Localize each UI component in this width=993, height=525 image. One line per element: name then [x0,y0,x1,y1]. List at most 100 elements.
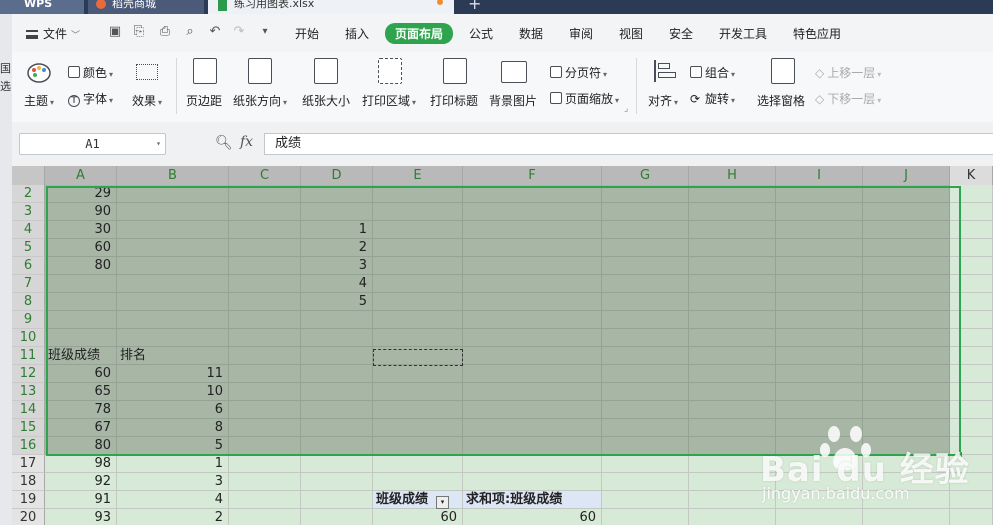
cell-j2[interactable] [863,185,950,203]
cell-b9[interactable] [117,311,229,329]
cell-i15[interactable] [776,419,863,437]
cell-f3[interactable] [463,203,602,221]
column-header-a[interactable]: A [45,166,117,185]
cell-g11[interactable] [602,347,689,365]
cell-a10[interactable] [45,329,117,347]
tab-data[interactable]: 数据 [519,25,543,42]
cell-e9[interactable] [373,311,463,329]
cell-g19[interactable] [602,491,689,509]
row-header[interactable]: 17 [12,455,45,473]
column-header-b[interactable]: B [117,166,229,185]
cell-c11[interactable] [229,347,301,365]
fill-handle[interactable] [957,452,962,457]
cell-g3[interactable] [602,203,689,221]
cell-b2[interactable] [117,185,229,203]
cell-f17[interactable] [463,455,602,473]
cell-d5[interactable]: 2 [301,239,373,257]
cell-h8[interactable] [689,293,776,311]
cell-d16[interactable] [301,437,373,455]
cell-c15[interactable] [229,419,301,437]
bring-forward-button[interactable]: ◇ 上移一层 ▾ [815,64,881,81]
cell-a5[interactable]: 60 [45,239,117,257]
cell-b10[interactable] [117,329,229,347]
cell-i18[interactable] [776,473,863,491]
cell-h2[interactable] [689,185,776,203]
cell-d13[interactable] [301,383,373,401]
cell-c8[interactable] [229,293,301,311]
orientation-icon[interactable] [248,58,272,84]
cell-k13[interactable] [950,383,993,401]
cell-b8[interactable] [117,293,229,311]
cell-b19[interactable]: 4 [117,491,229,509]
cell-f5[interactable] [463,239,602,257]
cell-j5[interactable] [863,239,950,257]
cell-b17[interactable]: 1 [117,455,229,473]
orientation-button[interactable]: 纸张方向 ▾ [233,92,287,109]
cell-e13[interactable] [373,383,463,401]
cell-i16[interactable] [776,437,863,455]
cell-k19[interactable] [950,491,993,509]
cell-g6[interactable] [602,257,689,275]
cell-i3[interactable] [776,203,863,221]
formula-input[interactable]: 成绩 [264,133,993,155]
page-zoom-button[interactable]: 页面缩放 ▾ [550,90,619,107]
cell-k12[interactable] [950,365,993,383]
cell-g9[interactable] [602,311,689,329]
cell-e3[interactable] [373,203,463,221]
cell-g12[interactable] [602,365,689,383]
cell-k5[interactable] [950,239,993,257]
cell-c7[interactable] [229,275,301,293]
cell-d17[interactable] [301,455,373,473]
cell-c12[interactable] [229,365,301,383]
cell-j3[interactable] [863,203,950,221]
cell-f4[interactable] [463,221,602,239]
cell-c3[interactable] [229,203,301,221]
cell-k6[interactable] [950,257,993,275]
cell-f12[interactable] [463,365,602,383]
cell-a4[interactable]: 30 [45,221,117,239]
cell-k14[interactable] [950,401,993,419]
cell-d2[interactable] [301,185,373,203]
column-header-e[interactable]: E [373,166,463,185]
cell-d10[interactable] [301,329,373,347]
cell-j18[interactable] [863,473,950,491]
cell-g17[interactable] [602,455,689,473]
cell-f16[interactable] [463,437,602,455]
cell-j15[interactable] [863,419,950,437]
cell-h11[interactable] [689,347,776,365]
tab-formulas[interactable]: 公式 [469,25,493,42]
cell-d18[interactable] [301,473,373,491]
cell-f13[interactable] [463,383,602,401]
cell-h19[interactable] [689,491,776,509]
cell-i2[interactable] [776,185,863,203]
cell-h10[interactable] [689,329,776,347]
cell-k7[interactable] [950,275,993,293]
cell-k3[interactable] [950,203,993,221]
rotate-button[interactable]: ⟳ 旋转 ▾ [690,90,735,107]
cell-c17[interactable] [229,455,301,473]
cell-c19[interactable] [229,491,301,509]
row-header[interactable]: 7 [12,275,45,293]
cell-f15[interactable] [463,419,602,437]
tab-insert[interactable]: 插入 [345,25,369,42]
cell-k4[interactable] [950,221,993,239]
cell-e15[interactable] [373,419,463,437]
cell-g8[interactable] [602,293,689,311]
row-header[interactable]: 12 [12,365,45,383]
cell-g7[interactable] [602,275,689,293]
cell-i8[interactable] [776,293,863,311]
cell-d20[interactable] [301,509,373,525]
cell-a19[interactable]: 91 [45,491,117,509]
effects-icon[interactable] [136,64,158,80]
name-box[interactable]: A1 ▾ [19,133,166,155]
theme-button[interactable]: 主题 ▾ [24,92,54,109]
tab-page-layout[interactable]: 页面布局 [385,23,454,44]
cell-a15[interactable]: 67 [45,419,117,437]
cell-b15[interactable]: 8 [117,419,229,437]
column-header-g[interactable]: G [602,166,689,185]
redo-icon[interactable]: ↷ [231,24,247,40]
cell-b12[interactable]: 11 [117,365,229,383]
cell-c10[interactable] [229,329,301,347]
cell-a9[interactable] [45,311,117,329]
column-header-h[interactable]: H [689,166,776,185]
